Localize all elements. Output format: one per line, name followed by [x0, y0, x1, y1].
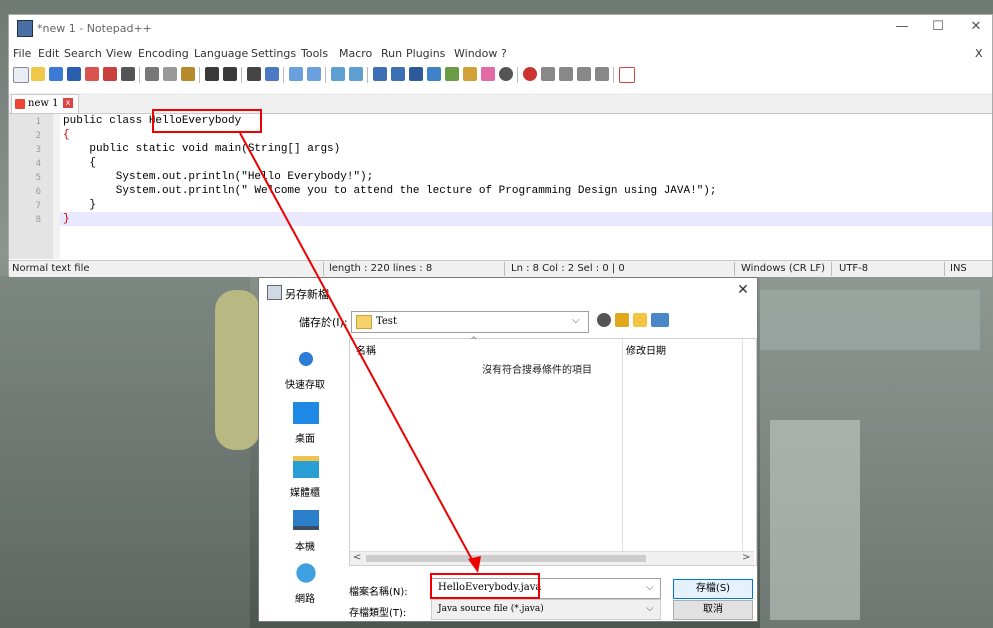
annotation-arrow — [239, 132, 481, 573]
arrow-line — [239, 132, 477, 568]
arrow-head — [468, 556, 481, 573]
